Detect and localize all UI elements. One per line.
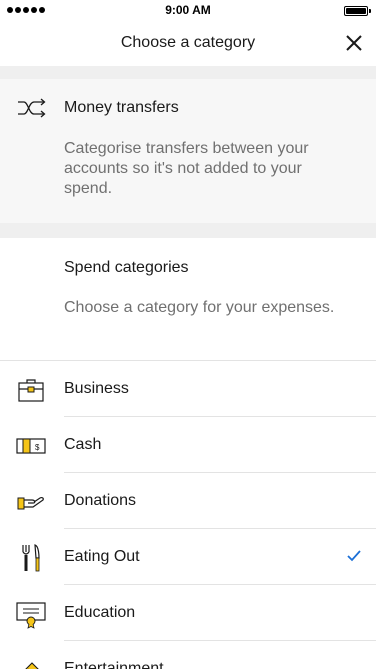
- category-business[interactable]: Business: [0, 361, 376, 417]
- cash-icon: $: [16, 438, 46, 454]
- page-title: Choose a category: [120, 34, 256, 51]
- category-label: Eating Out: [64, 548, 140, 565]
- category-list: Business $ Cash Donations Eating Out Edu…: [0, 361, 376, 669]
- ticket-icon: [25, 662, 39, 669]
- spend-categories-title: Spend categories: [64, 259, 189, 276]
- status-time: 9:00 AM: [165, 3, 211, 17]
- category-label: Business: [64, 380, 129, 397]
- section-gap: [0, 66, 376, 79]
- nav-bar: Choose a category: [0, 20, 376, 66]
- shuffle-icon: [18, 98, 46, 118]
- section-gap: [0, 223, 376, 238]
- cutlery-icon: [22, 544, 40, 572]
- money-transfers-option[interactable]: Money transfers Categorise transfers bet…: [0, 79, 376, 223]
- category-eating-out[interactable]: Eating Out: [0, 529, 376, 585]
- category-label: Donations: [64, 492, 137, 509]
- category-entertainment[interactable]: Entertainment: [0, 641, 376, 669]
- checkmark-icon: [347, 550, 361, 562]
- category-label: Cash: [64, 436, 102, 453]
- spend-categories-header: Spend categories Choose a category for y…: [0, 238, 376, 361]
- donation-hand-icon: [17, 497, 44, 510]
- close-icon[interactable]: [344, 33, 364, 53]
- money-transfers-title: Money transfers: [64, 99, 179, 116]
- certificate-icon: [16, 602, 46, 629]
- battery-icon: [344, 6, 371, 16]
- money-transfers-description: Categorise transfers between your accoun…: [64, 140, 309, 197]
- category-education[interactable]: Education: [0, 585, 376, 641]
- svg-text:$: $: [35, 443, 40, 452]
- category-label: Entertainment: [64, 660, 164, 669]
- category-cash[interactable]: $ Cash: [0, 417, 376, 473]
- spend-categories-description: Choose a category for your expenses.: [64, 299, 335, 316]
- status-bar: 9:00 AM: [0, 0, 376, 20]
- briefcase-icon: [18, 379, 44, 402]
- category-label: Education: [64, 604, 136, 621]
- category-donations[interactable]: Donations: [0, 473, 376, 529]
